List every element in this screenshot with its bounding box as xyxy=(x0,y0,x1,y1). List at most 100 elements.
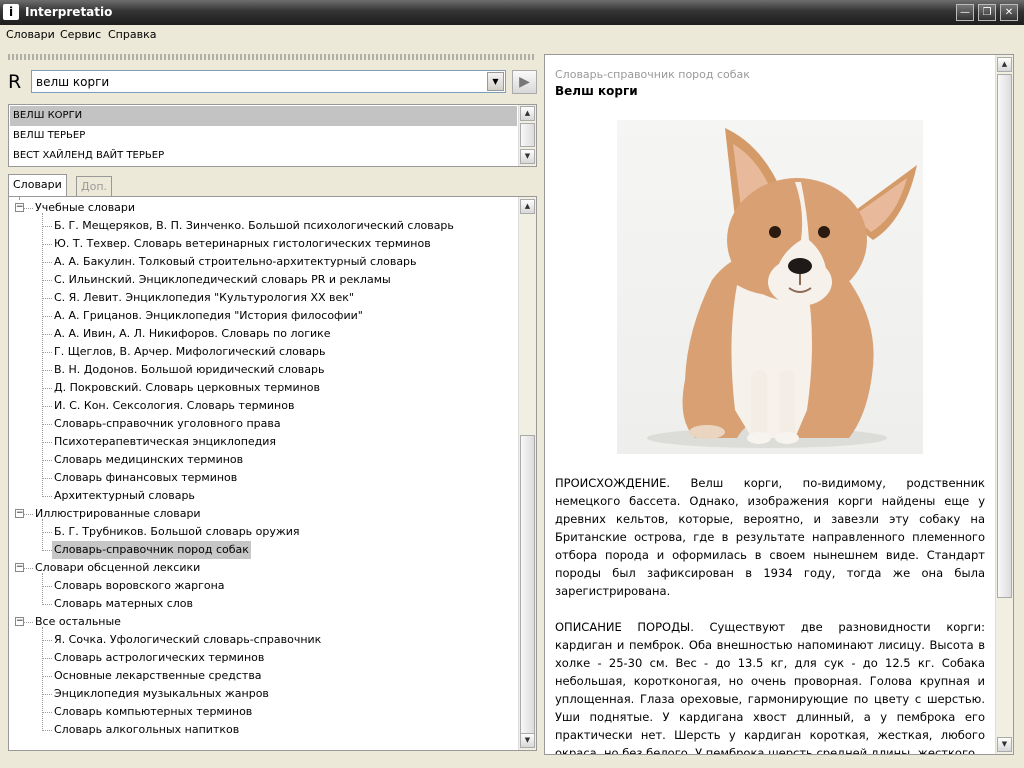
scroll-thumb[interactable] xyxy=(520,435,535,735)
tree-item[interactable]: С. Ильинский. Энциклопедический словарь … xyxy=(54,271,391,289)
result-row[interactable]: ВЕСТ ХАЙЛЕНД ВАЙТ ТЕРЬЕР xyxy=(10,146,517,166)
tree-item[interactable]: С. Я. Левит. Энциклопедия "Культурология… xyxy=(54,289,354,307)
tree-item[interactable]: Словарь медицинских терминов xyxy=(54,451,243,469)
tree-connector xyxy=(42,388,52,389)
result-row[interactable]: ВЕЛШ КОРГИ xyxy=(10,106,517,126)
tree-connector xyxy=(24,622,33,623)
tree-item[interactable]: Я. Сочка. Уфологический словарь-справочн… xyxy=(54,631,321,649)
search-combo[interactable]: велш корги ▼ xyxy=(31,70,506,93)
tree-item[interactable]: И. С. Кон. Сексология. Словарь терминов xyxy=(54,397,294,415)
scroll-up-icon[interactable]: ▲ xyxy=(520,199,535,214)
search-input[interactable]: велш корги xyxy=(36,75,109,89)
scroll-down-icon[interactable]: ▼ xyxy=(520,149,535,164)
article-paragraph: ПРОИСХОЖДЕНИЕ. Велш корги, по-видимому, … xyxy=(555,476,985,598)
dictionary-tree[interactable]: ▲ ▼ − Учебные словари Б. Г. Мещеряков, В. … xyxy=(8,196,537,751)
tree-connector xyxy=(24,514,33,515)
tree-connector xyxy=(42,262,52,263)
article-panel: Словарь-справочник пород собак Велш корг… xyxy=(544,54,1014,755)
scroll-thumb[interactable] xyxy=(520,123,535,147)
tree-connector xyxy=(42,370,52,371)
tree-connector xyxy=(42,694,52,695)
tree-connector xyxy=(42,496,52,497)
tree-connector xyxy=(42,442,52,443)
result-row[interactable]: ВЕЛШ ТЕРЬЕР xyxy=(10,126,517,146)
scroll-up-icon[interactable]: ▲ xyxy=(520,106,535,121)
collapse-toggle-icon[interactable]: − xyxy=(15,617,24,626)
tree-item[interactable]: Словарь-справочник пород собак xyxy=(52,541,251,559)
results-scrollbar[interactable]: ▲ ▼ xyxy=(518,105,536,166)
tree-item[interactable]: В. Н. Додонов. Большой юридический слова… xyxy=(54,361,325,379)
dog-photo xyxy=(617,120,923,454)
tree-connector xyxy=(42,676,52,677)
tree-item[interactable]: Словарь компьютерных терминов xyxy=(54,703,252,721)
tree-item[interactable]: А. А. Бакулин. Толковый строительно-архи… xyxy=(54,253,417,271)
chevron-down-icon[interactable]: ▼ xyxy=(487,72,504,91)
menu-help[interactable]: Справка xyxy=(108,28,156,41)
menu-bar: Словари Сервис Справка xyxy=(0,25,1024,45)
tree-item[interactable]: Психотерапевтическая энциклопедия xyxy=(54,433,276,451)
tree-item[interactable]: Словарь матерных слов xyxy=(54,595,193,613)
tree-group[interactable]: Иллюстрированные словари xyxy=(35,505,201,523)
tree-scrollbar[interactable]: ▲ ▼ xyxy=(518,197,536,750)
tree-item[interactable]: Г. Щеглов, В. Арчер. Мифологический слов… xyxy=(54,343,326,361)
search-prefix-label: R xyxy=(8,71,22,93)
go-button[interactable]: ▶ xyxy=(512,70,537,94)
tree-connector xyxy=(42,226,52,227)
tree-connector xyxy=(42,424,52,425)
tree-connector xyxy=(42,213,43,497)
menu-service[interactable]: Сервис xyxy=(60,28,101,41)
tree-connector xyxy=(42,640,52,641)
tree-connector xyxy=(42,316,52,317)
article-source: Словарь-справочник пород собак xyxy=(555,68,750,81)
tree-item[interactable]: Основные лекарственные средства xyxy=(54,667,262,685)
toolbar-grip[interactable] xyxy=(8,54,536,60)
tree-connector xyxy=(42,658,52,659)
tree-connector xyxy=(42,244,52,245)
tree-item[interactable]: Словарь-справочник уголовного права xyxy=(54,415,281,433)
tree-connector xyxy=(19,197,20,199)
tree-item[interactable]: Б. Г. Мещеряков, В. П. Зинченко. Большой… xyxy=(54,217,454,235)
tree-group[interactable]: Словари обсценной лексики xyxy=(35,559,200,577)
app-icon: i xyxy=(3,4,19,20)
scroll-up-icon[interactable]: ▲ xyxy=(997,57,1012,72)
tree-connector xyxy=(24,208,33,209)
collapse-toggle-icon[interactable]: − xyxy=(15,563,24,572)
article-paragraph: ОПИСАНИЕ ПОРОДЫ. Существуют две разновид… xyxy=(555,620,985,755)
tree-connector xyxy=(42,280,52,281)
results-list[interactable]: ВЕЛШ КОРГИ ВЕЛШ ТЕРЬЕР ВЕСТ ХАЙЛЕНД ВАЙТ… xyxy=(8,104,537,167)
tree-item[interactable]: Энциклопедия музыкальных жанров xyxy=(54,685,269,703)
tree-item[interactable]: Словарь астрологических терминов xyxy=(54,649,264,667)
tree-item[interactable]: Архитектурный словарь xyxy=(54,487,195,505)
tree-connector xyxy=(42,519,43,551)
tree-connector xyxy=(42,604,52,605)
scroll-down-icon[interactable]: ▼ xyxy=(997,737,1012,752)
close-button[interactable]: ✕ xyxy=(1000,4,1018,21)
collapse-toggle-icon[interactable]: − xyxy=(15,203,24,212)
scroll-thumb[interactable] xyxy=(997,74,1012,598)
title-bar: i Interpretatio — ❐ ✕ xyxy=(0,0,1024,25)
tree-connector xyxy=(42,478,52,479)
tree-connector xyxy=(42,573,43,605)
tree-group[interactable]: Учебные словари xyxy=(35,199,135,217)
tree-item[interactable]: Словарь финансовых терминов xyxy=(54,469,237,487)
tree-connector xyxy=(42,406,52,407)
tree-item[interactable]: А. А. Грицанов. Энциклопедия "История фи… xyxy=(54,307,363,325)
tree-connector xyxy=(42,550,52,551)
scroll-down-icon[interactable]: ▼ xyxy=(520,733,535,748)
tree-item[interactable]: Словарь алкогольных напитков xyxy=(54,721,239,739)
collapse-toggle-icon[interactable]: − xyxy=(15,509,24,518)
tree-item[interactable]: Ю. Т. Техвер. Словарь ветеринарных гисто… xyxy=(54,235,431,253)
minimize-button[interactable]: — xyxy=(956,4,974,21)
tree-item[interactable]: Словарь воровского жаргона xyxy=(54,577,225,595)
tab-dictionaries[interactable]: Словари xyxy=(8,174,67,196)
tree-group[interactable]: Все остальные xyxy=(35,613,121,631)
menu-dictionaries[interactable]: Словари xyxy=(6,28,55,41)
article-title: Велш корги xyxy=(555,84,638,98)
tree-item[interactable]: Д. Покровский. Словарь церковных термино… xyxy=(54,379,320,397)
article-scrollbar[interactable]: ▲ ▼ xyxy=(995,55,1013,754)
tree-item[interactable]: Б. Г. Трубников. Большой словарь оружия xyxy=(54,523,300,541)
tab-extra[interactable]: Доп. xyxy=(76,176,113,196)
tree-item[interactable]: А. А. Ивин, А. Л. Никифоров. Словарь по … xyxy=(54,325,331,343)
maximize-button[interactable]: ❐ xyxy=(978,4,996,21)
tree-connector xyxy=(42,532,52,533)
